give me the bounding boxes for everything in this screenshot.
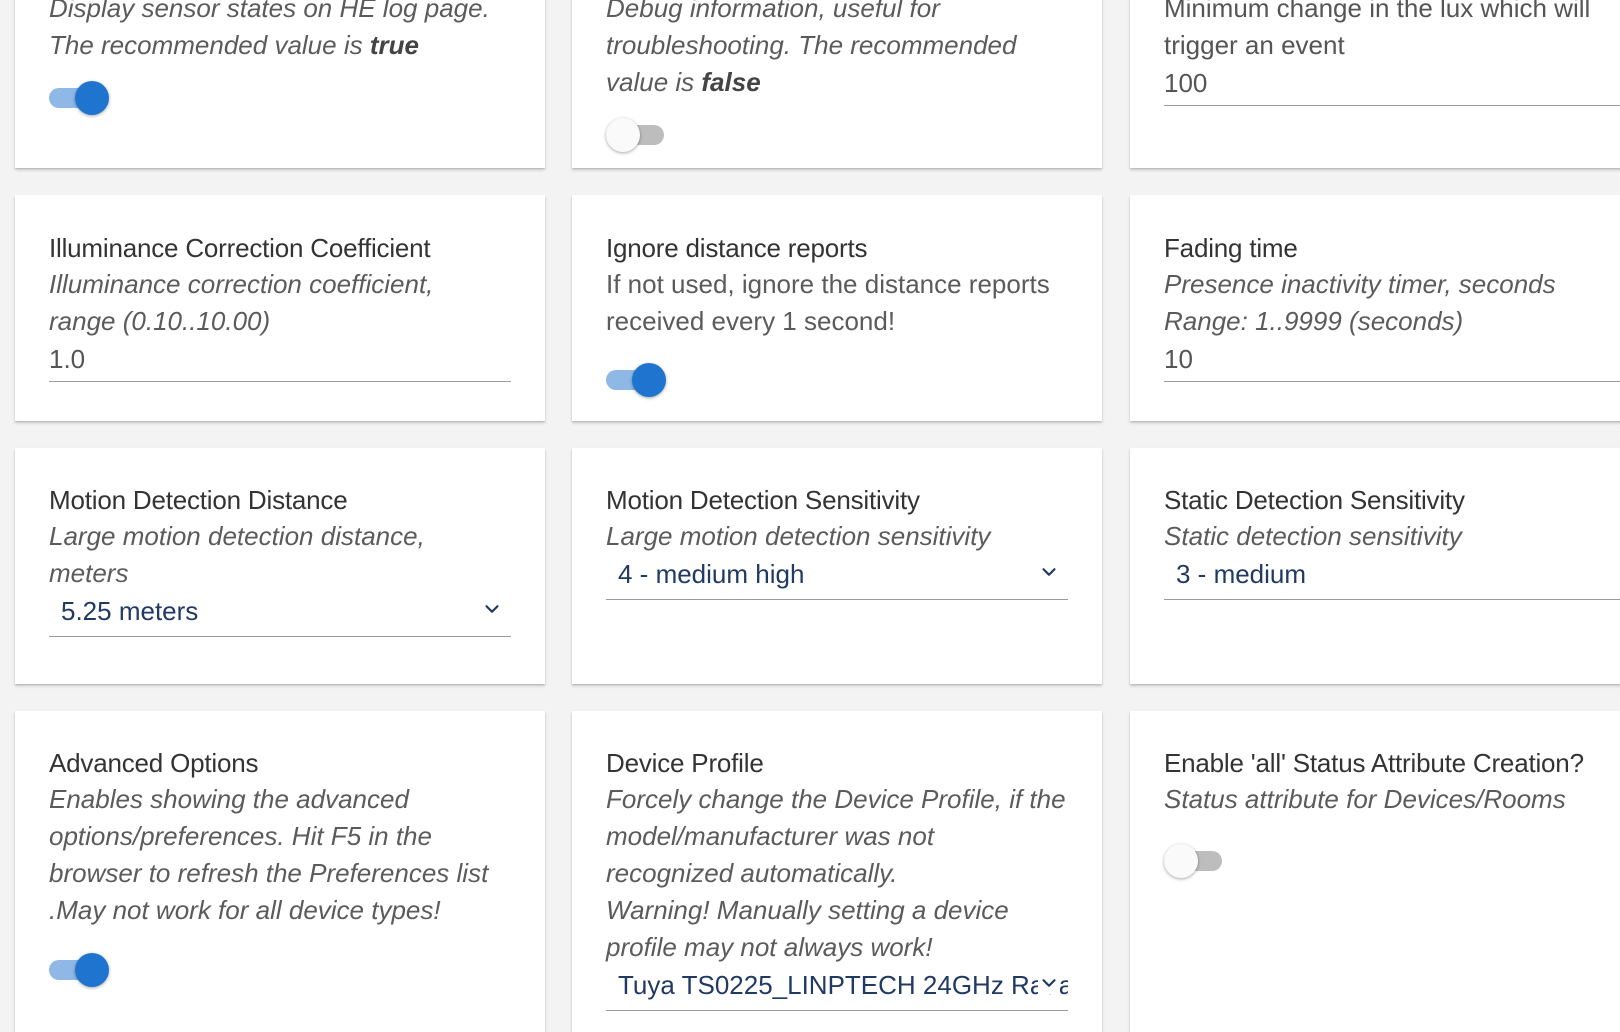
card-advanced-options: Advanced Options Enables showing the adv… bbox=[15, 711, 545, 1032]
motion-sensitivity-description: Large motion detection sensitivity bbox=[606, 518, 1068, 555]
all-status-toggle[interactable] bbox=[1164, 840, 1224, 880]
illuminance-coefficient-desc-line2: range (0.10..10.00) bbox=[49, 306, 271, 336]
advanced-options-desc-line4: .May not work for all device types! bbox=[49, 895, 441, 925]
log-enable-desc-line2: The recommended value is bbox=[49, 30, 370, 60]
all-status-desc-line1: Status attribute for Devices/Rooms bbox=[1164, 784, 1566, 814]
log-enable-toggle[interactable] bbox=[49, 77, 109, 117]
static-sensitivity-description: Static detection sensitivity bbox=[1164, 518, 1620, 555]
static-sensitivity-desc-line1: Static detection sensitivity bbox=[1164, 521, 1462, 551]
motion-sensitivity-selected-value: 4 - medium high bbox=[618, 559, 805, 589]
debug-desc-line3: value is bbox=[606, 67, 702, 97]
log-enable-recommended-value: true bbox=[369, 30, 419, 60]
chevron-down-icon bbox=[1042, 568, 1056, 576]
motion-sensitivity-select[interactable]: 4 - medium high bbox=[606, 555, 1068, 600]
log-enable-description: Display sensor states on HE log page. Th… bbox=[49, 0, 511, 64]
debug-desc-line2: troubleshooting. The recommended bbox=[606, 30, 1017, 60]
card-motion-distance: Motion Detection Distance Large motion d… bbox=[15, 448, 545, 684]
advanced-options-toggle[interactable] bbox=[49, 949, 109, 989]
debug-description: Debug information, useful for troublesho… bbox=[606, 0, 1068, 101]
illuminance-coefficient-input[interactable] bbox=[49, 340, 511, 382]
log-enable-toggle-thumb bbox=[75, 81, 109, 115]
illuminance-coefficient-description: Illuminance correction coefficient, rang… bbox=[49, 266, 511, 340]
debug-desc-line1: Debug information, useful for bbox=[606, 0, 940, 23]
debug-toggle[interactable] bbox=[606, 114, 666, 154]
chevron-down-icon bbox=[485, 605, 499, 613]
motion-distance-description: Large motion detection distance, meters bbox=[49, 518, 511, 592]
static-sensitivity-select[interactable]: 3 - medium bbox=[1164, 555, 1620, 600]
card-ignore-distance: Ignore distance reports If not used, ign… bbox=[572, 195, 1102, 421]
card-lux-threshold: Minimum change in the lux which will tri… bbox=[1130, 0, 1620, 168]
ignore-distance-desc-line2: received every 1 second! bbox=[606, 306, 896, 336]
device-profile-desc-line1: Forcely change the Device Profile, if th… bbox=[606, 784, 1066, 814]
advanced-options-title: Advanced Options bbox=[49, 748, 259, 778]
ignore-distance-desc-line1: If not used, ignore the distance reports bbox=[606, 269, 1050, 299]
all-status-toggle-thumb bbox=[1164, 844, 1198, 878]
advanced-options-desc-line2: options/preferences. Hit F5 in the bbox=[49, 821, 432, 851]
lux-threshold-description: Minimum change in the lux which will tri… bbox=[1164, 0, 1620, 64]
device-profile-title: Device Profile bbox=[606, 748, 764, 778]
illuminance-coefficient-title: Illuminance Correction Coefficient bbox=[49, 233, 431, 263]
device-profile-select[interactable]: Tuya TS0225_LINPTECH 24GHz Radar bbox=[606, 966, 1068, 1011]
motion-distance-desc-line1: Large motion detection distance, bbox=[49, 521, 425, 551]
lux-threshold-input[interactable] bbox=[1164, 64, 1620, 106]
motion-sensitivity-title: Motion Detection Sensitivity bbox=[606, 485, 920, 515]
ignore-distance-toggle-thumb bbox=[632, 363, 666, 397]
motion-distance-select[interactable]: 5.25 meters bbox=[49, 592, 511, 637]
fading-time-description: Presence inactivity timer, seconds Range… bbox=[1164, 266, 1620, 340]
all-status-description: Status attribute for Devices/Rooms bbox=[1164, 781, 1620, 818]
card-motion-sensitivity: Motion Detection Sensitivity Large motio… bbox=[572, 448, 1102, 684]
card-static-sensitivity: Static Detection Sensitivity Static dete… bbox=[1130, 448, 1620, 684]
lux-threshold-desc-line1: Minimum change in the lux which will bbox=[1164, 0, 1591, 23]
all-status-title: Enable 'all' Status Attribute Creation? bbox=[1164, 748, 1584, 778]
advanced-options-desc-line1: Enables showing the advanced bbox=[49, 784, 409, 814]
advanced-options-desc-line3: browser to refresh the Preferences list bbox=[49, 858, 489, 888]
illuminance-coefficient-desc-line1: Illuminance correction coefficient, bbox=[49, 269, 434, 299]
debug-toggle-thumb bbox=[606, 118, 640, 152]
preferences-page: Display sensor states on HE log page. Th… bbox=[0, 0, 1620, 1032]
ignore-distance-description: If not used, ignore the distance reports… bbox=[606, 266, 1068, 340]
motion-distance-desc-line2: meters bbox=[49, 558, 129, 588]
card-debug: Debug information, useful for troublesho… bbox=[572, 0, 1102, 168]
fading-time-desc-line2: Range: 1..9999 (seconds) bbox=[1164, 306, 1464, 336]
ignore-distance-title: Ignore distance reports bbox=[606, 233, 868, 263]
card-device-profile: Device Profile Forcely change the Device… bbox=[572, 711, 1102, 1032]
ignore-distance-toggle[interactable] bbox=[606, 359, 666, 399]
static-sensitivity-selected-value: 3 - medium bbox=[1176, 559, 1307, 589]
debug-recommended-value: false bbox=[701, 67, 761, 97]
card-fading-time: Fading time Presence inactivity timer, s… bbox=[1130, 195, 1620, 421]
device-profile-desc-line3: recognized automatically. bbox=[606, 858, 898, 888]
card-log-enable: Display sensor states on HE log page. Th… bbox=[15, 0, 545, 168]
card-all-status: Enable 'all' Status Attribute Creation? … bbox=[1130, 711, 1620, 1032]
device-profile-selected-value: Tuya TS0225_LINPTECH 24GHz Radar bbox=[618, 970, 1068, 1000]
fading-time-title: Fading time bbox=[1164, 233, 1298, 263]
device-profile-desc-line4: Warning! Manually setting a device bbox=[606, 895, 1009, 925]
lux-threshold-desc-line2: trigger an event bbox=[1164, 30, 1345, 60]
motion-sensitivity-desc-line1: Large motion detection sensitivity bbox=[606, 521, 991, 551]
advanced-options-description: Enables showing the advanced options/pre… bbox=[49, 781, 511, 929]
card-illuminance-coefficient: Illuminance Correction Coefficient Illum… bbox=[15, 195, 545, 421]
device-profile-desc-line5: profile may not always work! bbox=[606, 932, 933, 962]
chevron-down-icon bbox=[1038, 972, 1060, 994]
log-enable-desc-line1: Display sensor states on HE log page. bbox=[49, 0, 490, 23]
motion-distance-selected-value: 5.25 meters bbox=[61, 596, 199, 626]
fading-time-input[interactable] bbox=[1164, 340, 1620, 382]
device-profile-description: Forcely change the Device Profile, if th… bbox=[606, 781, 1068, 966]
advanced-options-toggle-thumb bbox=[75, 953, 109, 987]
device-profile-desc-line2: model/manufacturer was not bbox=[606, 821, 935, 851]
motion-distance-title: Motion Detection Distance bbox=[49, 485, 348, 515]
static-sensitivity-title: Static Detection Sensitivity bbox=[1164, 485, 1465, 515]
fading-time-desc-line1: Presence inactivity timer, seconds bbox=[1164, 269, 1556, 299]
